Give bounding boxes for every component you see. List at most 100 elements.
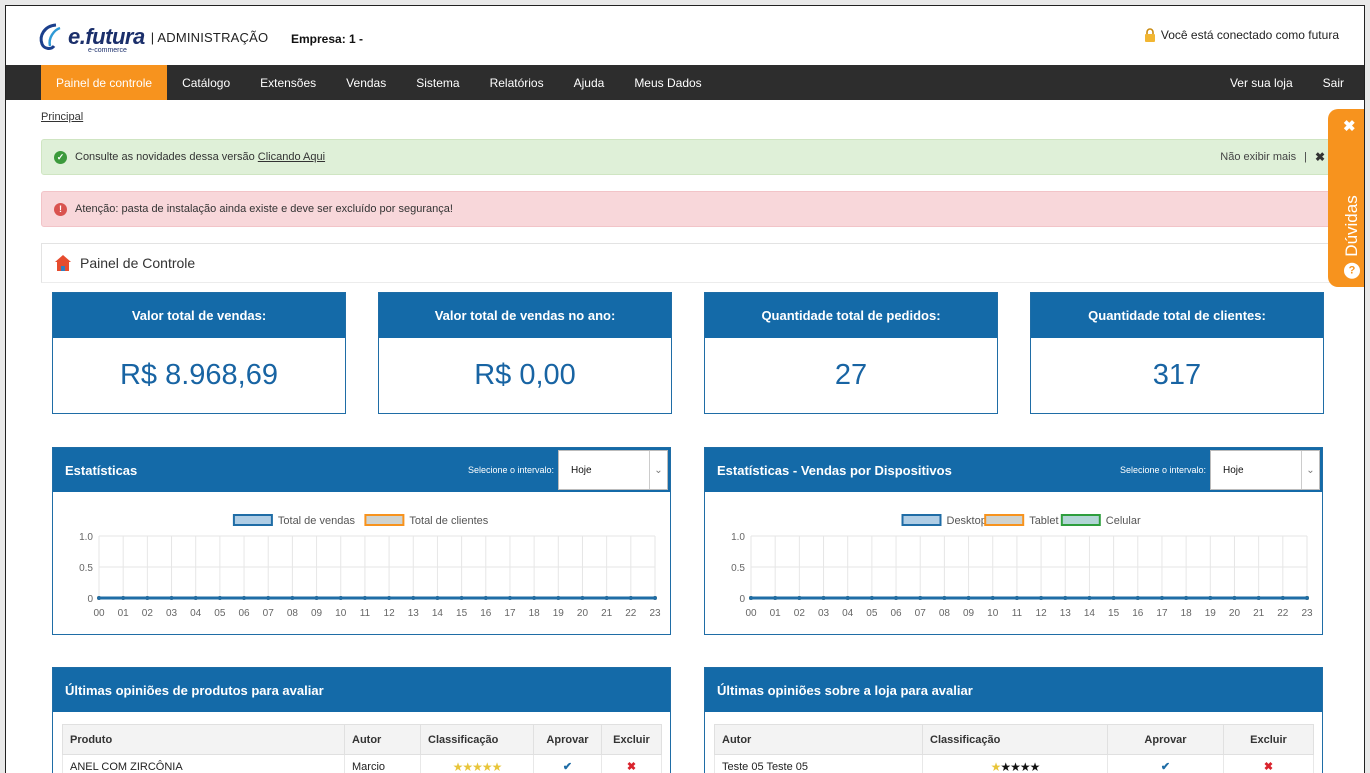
x-tick-label: 13 (408, 608, 420, 619)
home-icon (55, 255, 71, 271)
chevron-down-icon: ⌄ (649, 451, 667, 489)
card-value: 317 (1152, 359, 1202, 391)
col-aprovar: Aprovar (1107, 724, 1224, 755)
device-stats-panel: Estatísticas - Vendas por Dispositivos S… (704, 447, 1323, 635)
data-point (1305, 596, 1309, 600)
x-tick-label: 11 (1012, 608, 1023, 619)
data-point (97, 596, 101, 600)
data-point (580, 596, 585, 600)
duvidas-label: Dúvidas (1342, 195, 1361, 257)
x-tick-label: 17 (504, 608, 516, 619)
card-value: R$ 0,00 (474, 359, 576, 391)
data-point (193, 596, 198, 600)
data-point (1014, 596, 1019, 600)
x-tick-label: 14 (1084, 608, 1096, 619)
delete-x-icon[interactable]: ✖ (601, 754, 662, 773)
nav-meus-dados[interactable]: Meus Dados (619, 65, 716, 100)
breadcrumb-principal[interactable]: Principal (41, 111, 83, 123)
logo[interactable]: e.futura e-commerce | ADMINISTRAÇÃO (36, 20, 268, 54)
x-tick-label: 10 (987, 608, 999, 619)
interval-select[interactable]: Hoje ⌄ (1210, 450, 1320, 490)
alert-danger-text: Atenção: pasta de instalação ainda exist… (75, 203, 453, 215)
data-point (217, 596, 222, 600)
review-product: ANEL COM ZIRCÔNIA (62, 754, 345, 773)
nav-ver-sua-loja[interactable]: Ver sua loja (1215, 65, 1308, 100)
data-point (338, 596, 343, 600)
legend-swatch-fill (985, 515, 1024, 525)
x-tick-label: 08 (939, 608, 951, 619)
x-tick-label: 09 (311, 608, 323, 619)
x-tick-label: 09 (963, 608, 975, 619)
x-tick-label: 14 (432, 608, 444, 619)
data-point (1087, 596, 1092, 600)
x-tick-label: 03 (818, 608, 830, 619)
main-nav: Painel de controle Catálogo Extensões Ve… (6, 65, 1364, 100)
data-point (435, 596, 440, 600)
data-point (653, 596, 657, 600)
product-reviews-table: Produto Autor Classificação Aprovar Excl… (62, 724, 662, 773)
nav-extensoes[interactable]: Extensões (245, 65, 331, 100)
interval-label: Selecione o intervalo: (1119, 465, 1206, 475)
x-tick-label: 07 (263, 608, 275, 619)
duvidas-tab[interactable]: ✖ ? Dúvidas (1328, 109, 1364, 287)
alert-success-link[interactable]: Clicando Aqui (258, 151, 325, 163)
x-tick-label: 04 (190, 608, 202, 619)
logo-swirl-icon (39, 23, 61, 50)
col-aprovar: Aprovar (533, 724, 602, 755)
connected-status: Você está conectado como futura (1144, 28, 1339, 42)
top-header: e.futura e-commerce | ADMINISTRAÇÃO Empr… (6, 6, 1364, 66)
star-filled-icon: ★★★★★ (452, 759, 503, 773)
nav-ajuda[interactable]: Ajuda (559, 65, 620, 100)
col-produto: Produto (62, 724, 345, 755)
col-excluir: Excluir (601, 724, 662, 755)
data-point (604, 596, 609, 600)
data-point (1039, 596, 1044, 600)
data-point (628, 596, 633, 600)
nav-sair[interactable]: Sair (1308, 65, 1359, 100)
approve-check-icon[interactable]: ✔ (1107, 754, 1224, 773)
data-point (242, 596, 247, 600)
dismiss-link[interactable]: Não exibir mais (1220, 151, 1296, 163)
data-point (918, 596, 923, 600)
data-point (459, 596, 464, 600)
legend-label: Celular (1106, 515, 1141, 527)
data-point (966, 596, 971, 600)
interval-select-value: Hoje (571, 464, 592, 476)
stats-panel: Estatísticas Selecione o intervalo: Hoje… (52, 447, 671, 635)
x-tick-label: 02 (142, 608, 154, 619)
x-tick-label: 01 (118, 608, 130, 619)
x-tick-label: 19 (1205, 608, 1217, 619)
nav-relatorios[interactable]: Relatórios (475, 65, 559, 100)
x-tick-label: 16 (1132, 608, 1144, 619)
nav-catalogo[interactable]: Catálogo (167, 65, 245, 100)
nav-sistema[interactable]: Sistema (401, 65, 474, 100)
product-reviews-title: Últimas opiniões de produtos para avalia… (53, 668, 670, 712)
card-value: 27 (834, 359, 868, 391)
x-tick-label: 21 (601, 608, 613, 619)
alert-success: ✓ Consulte as novidades dessa versão Cli… (41, 139, 1336, 175)
x-tick-label: 18 (529, 608, 541, 619)
device-stats-chart: Desktop Tablet Celular 1.0 0.5 000 01 02 03 04 05 0… (731, 514, 1313, 619)
data-point (894, 596, 899, 600)
data-point (121, 596, 126, 600)
interval-select[interactable]: Hoje ⌄ (558, 450, 668, 490)
y-tick-label: 0 (739, 594, 745, 605)
x-tick-label: 02 (794, 608, 806, 619)
store-reviews-panel: Últimas opiniões sobre a loja para avali… (704, 667, 1323, 773)
stats-title: Estatísticas (65, 462, 138, 478)
close-icon[interactable]: ✖ (1315, 150, 1325, 164)
x-tick-label: 12 (384, 608, 396, 619)
x-tick-label: 20 (577, 608, 589, 619)
empresa-label: Empresa: 1 - (291, 32, 364, 46)
alert-success-text: Consulte as novidades dessa versão (75, 151, 255, 163)
nav-painel-de-controle[interactable]: Painel de controle (41, 65, 168, 100)
nav-vendas[interactable]: Vendas (331, 65, 401, 100)
card-total-orders: Quantidade total de pedidos: 27 (704, 292, 998, 414)
x-tick-label: 10 (335, 608, 347, 619)
card-year-sales: Valor total de vendas no ano: R$ 0,00 (378, 292, 672, 414)
delete-x-icon[interactable]: ✖ (1223, 754, 1314, 773)
x-tick-label: 04 (842, 608, 854, 619)
approve-check-icon[interactable]: ✔ (533, 754, 602, 773)
close-icon[interactable]: ✖ (1343, 117, 1356, 135)
data-point (797, 596, 802, 600)
